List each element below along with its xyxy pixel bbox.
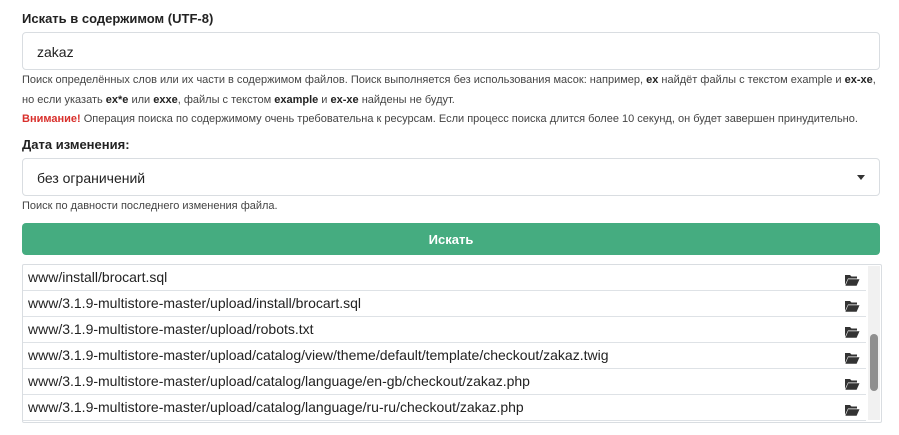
folder-open-icon[interactable]: [844, 270, 860, 286]
caret-down-icon: [857, 175, 865, 180]
date-filter-selected: без ограничений: [37, 170, 146, 186]
scrollbar-thumb[interactable]: [870, 334, 878, 391]
content-search-label: Искать в содержимом (UTF-8): [22, 11, 214, 26]
results-scrollbar[interactable]: [868, 266, 880, 420]
result-path[interactable]: www/3.1.9-multistore-master/upload/insta…: [28, 295, 361, 311]
folder-open-icon[interactable]: [844, 322, 860, 338]
date-filter-select[interactable]: без ограничений: [22, 158, 880, 196]
result-path[interactable]: www/3.1.9-multistore-master/upload/catal…: [28, 399, 524, 415]
date-filter-help: Поиск по давности последнего изменения ф…: [22, 200, 278, 212]
folder-open-icon[interactable]: [844, 296, 860, 312]
result-row[interactable]: www/3.1.9-multistore-master/upload/robot…: [23, 317, 866, 343]
content-search-value: zakaz: [37, 44, 74, 60]
result-row[interactable]: www/install/brocart.sql: [23, 265, 866, 291]
result-row[interactable]: www/3.1.9-multistore-master/upload/catal…: [23, 343, 866, 369]
content-search-warning: Внимание! Операция поиска по содержимому…: [22, 113, 858, 125]
folder-open-icon[interactable]: [844, 348, 860, 364]
search-button[interactable]: Искать: [22, 223, 880, 255]
result-path[interactable]: www/3.1.9-multistore-master/upload/catal…: [28, 347, 609, 363]
result-path[interactable]: www/install/brocart.sql: [28, 269, 167, 285]
content-search-help-line1: Поиск определённых слов или их части в с…: [22, 74, 876, 86]
warning-label: Внимание!: [22, 113, 81, 125]
content-search-input[interactable]: zakaz: [22, 32, 880, 70]
date-filter-label: Дата изменения:: [22, 137, 130, 152]
content-search-help-line2: но если указать ex*e или exxe, файлы с т…: [22, 94, 455, 106]
result-path[interactable]: www/3.1.9-multistore-master/upload/catal…: [28, 373, 530, 389]
result-row[interactable]: www/3.1.9-multistore-master/upload/catal…: [23, 395, 866, 421]
result-row[interactable]: www/3.1.9-multistore-master/upload/catal…: [23, 369, 866, 395]
folder-open-icon[interactable]: [844, 400, 860, 416]
result-path[interactable]: www/3.1.9-multistore-master/upload/robot…: [28, 321, 314, 337]
search-results-list: www/install/brocart.sql www/3.1.9-multist…: [22, 264, 882, 423]
result-row[interactable]: www/3.1.9-multistore-master/upload/insta…: [23, 291, 866, 317]
folder-open-icon[interactable]: [844, 374, 860, 390]
